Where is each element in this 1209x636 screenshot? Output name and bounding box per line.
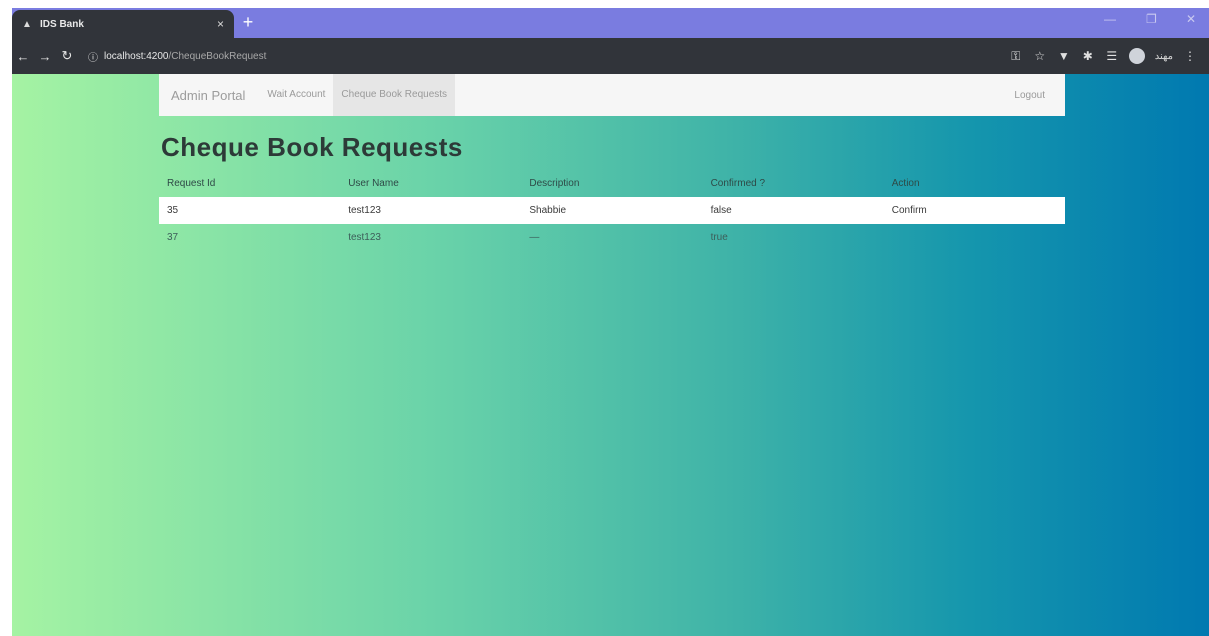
warning-icon: ▲ (22, 18, 32, 30)
requests-table: Request Id User Name Description Confirm… (159, 170, 1065, 251)
header-confirmed: Confirmed ? (710, 178, 766, 189)
cell-request-id: 37 (167, 232, 179, 243)
logout-link[interactable]: Logout (1014, 90, 1053, 101)
cell-user-name: test123 (348, 232, 381, 243)
menu-dots-icon[interactable]: ⋮ (1183, 49, 1197, 63)
tab-close-icon[interactable]: × (217, 17, 224, 31)
star-icon[interactable]: ☆ (1033, 49, 1047, 63)
reload-icon[interactable]: ↻ (56, 48, 78, 64)
header-request-id: Request Id (167, 178, 216, 189)
url-path: /ChequeBookRequest (168, 50, 267, 62)
browser-toolbar: ← → ↻ ⓘ localhost:4200/ChequeBookRequest… (12, 38, 1209, 74)
nav-link-cheque-book-requests[interactable]: Cheque Book Requests (333, 74, 456, 116)
profile-name[interactable]: مهند (1155, 51, 1173, 62)
reading-list-icon[interactable]: ☰ (1105, 49, 1119, 63)
page-title: Cheque Book Requests (161, 132, 463, 162)
confirm-button[interactable]: Confirm (884, 205, 1065, 216)
browser-tab[interactable]: ▲ IDS Bank × (12, 10, 234, 38)
nav-link-wait-account[interactable]: Wait Account (259, 74, 333, 116)
top-navbar: Admin Portal Wait Account Cheque Book Re… (159, 74, 1065, 116)
puzzle-extension-icon[interactable]: ✱ (1081, 49, 1095, 63)
key-icon[interactable]: ⚿ (1009, 49, 1023, 64)
brand-link[interactable]: Admin Portal (171, 88, 245, 103)
maximize-button[interactable]: ❐ (1146, 12, 1157, 26)
table-row: 35 test123 Shabbie false Confirm (159, 197, 1065, 224)
table-header-row: Request Id User Name Description Confirm… (159, 170, 1065, 197)
header-action: Action (891, 178, 920, 189)
close-window-button[interactable]: ✕ (1186, 12, 1196, 26)
url-host: localhost:4200 (104, 50, 169, 62)
profile-avatar[interactable] (1128, 48, 1145, 64)
cell-confirmed: false (710, 205, 732, 216)
info-icon[interactable]: ⓘ (88, 49, 98, 64)
back-arrow-icon[interactable]: ← (12, 49, 34, 64)
header-user-name: User Name (348, 178, 399, 189)
address-bar[interactable]: ⓘ localhost:4200/ChequeBookRequest (88, 49, 266, 64)
tab-title: IDS Bank (40, 18, 84, 30)
page-viewport: Admin Portal Wait Account Cheque Book Re… (12, 74, 1209, 636)
cell-description: Shabbie (529, 205, 567, 216)
forward-arrow-icon[interactable]: → (34, 49, 56, 64)
new-tab-button[interactable]: + (240, 12, 256, 32)
cell-confirmed: true (710, 232, 728, 243)
cell-request-id: 35 (167, 205, 179, 216)
header-description: Description (529, 178, 580, 189)
minimize-button[interactable]: — (1104, 12, 1116, 26)
cell-user-name: test123 (348, 205, 381, 216)
table-row: 37 test123 — true (159, 224, 1065, 251)
shield-extension-icon[interactable]: ▼ (1057, 49, 1071, 63)
cell-description: — (529, 232, 540, 243)
browser-tab-bar: ▲ IDS Bank × + — ❐ ✕ (0, 0, 1209, 38)
